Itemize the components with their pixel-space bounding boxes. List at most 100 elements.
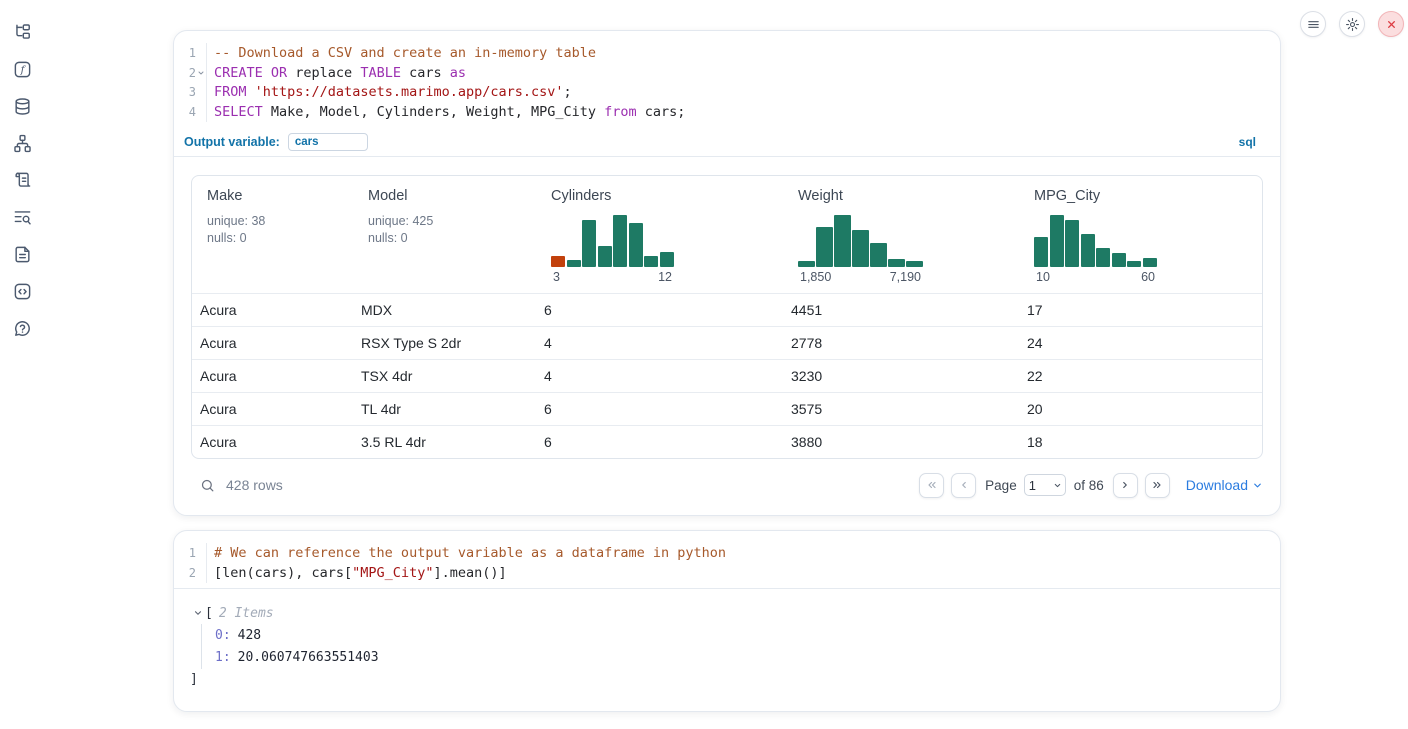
histogram-bar[interactable]	[888, 259, 905, 267]
table-row[interactable]: AcuraTSX 4dr4323022	[192, 359, 1262, 392]
settings-gear-button[interactable]	[1339, 11, 1365, 37]
code-text[interactable]: -- Download a CSV and create an in-memor…	[207, 45, 596, 61]
code-text[interactable]: CREATE OR replace TABLE cars as	[207, 65, 466, 81]
logs-search-icon[interactable]	[12, 207, 32, 227]
column-name: Weight	[798, 188, 1013, 204]
language-badge[interactable]: sql	[1239, 135, 1256, 149]
code-text[interactable]: # We can reference the output variable a…	[207, 545, 726, 561]
table-row[interactable]: AcuraMDX6445117	[192, 293, 1262, 326]
histogram-bar[interactable]	[567, 260, 581, 267]
page-select[interactable]: 1	[1024, 474, 1066, 496]
histogram-bar[interactable]	[660, 252, 674, 267]
column-name: Make	[207, 188, 347, 204]
column-stats: unique: 425nulls: 0	[368, 213, 530, 247]
column-header[interactable]: Modelunique: 425nulls: 0	[353, 176, 536, 293]
table-cell: 4	[536, 368, 783, 384]
help-icon[interactable]	[12, 318, 32, 338]
table-cell: 20	[1019, 401, 1262, 417]
line-number: 4	[174, 105, 196, 119]
search-icon[interactable]	[200, 478, 215, 493]
table-row[interactable]: Acura3.5 RL 4dr6388018	[192, 425, 1262, 458]
collapse-chevron-icon[interactable]	[193, 608, 203, 618]
previous-page-button[interactable]	[951, 473, 976, 498]
histogram-bar[interactable]	[906, 261, 923, 267]
menu-button[interactable]	[1300, 11, 1326, 37]
python-cell-output: [ 2 Items 0:4281:20.060747663551403 ]	[174, 588, 1280, 691]
table-cell: 18	[1019, 434, 1262, 450]
code-text[interactable]: SELECT Make, Model, Cylinders, Weight, M…	[207, 104, 685, 120]
table-cell: Acura	[192, 434, 353, 450]
database-icon[interactable]	[12, 96, 32, 116]
next-page-button[interactable]	[1113, 473, 1138, 498]
histogram-bar[interactable]	[551, 256, 565, 267]
fold-chevron-icon[interactable]	[196, 63, 207, 83]
page-label: Page	[985, 478, 1017, 493]
dependency-graph-icon[interactable]	[12, 133, 32, 153]
list-item: 1:20.060747663551403	[215, 647, 1280, 670]
histogram-bar[interactable]	[629, 223, 643, 267]
output-variable-input[interactable]	[288, 133, 368, 151]
column-header[interactable]: Cylinders312	[536, 176, 783, 293]
histogram-bar[interactable]	[1065, 220, 1079, 267]
chevron-down-icon	[1252, 480, 1263, 491]
last-page-button[interactable]	[1145, 473, 1170, 498]
python-code-editor[interactable]: 1 # We can reference the output variable …	[174, 531, 1280, 588]
histogram-bar[interactable]	[834, 215, 851, 267]
first-page-button[interactable]	[919, 473, 944, 498]
column-histogram[interactable]: 1,8507,190	[798, 215, 1013, 287]
table-cell: 3880	[783, 434, 1019, 450]
line-number: 3	[174, 85, 196, 99]
histogram-bar[interactable]	[1096, 248, 1110, 267]
code-text[interactable]: FROM 'https://datasets.marimo.app/cars.c…	[207, 84, 572, 100]
item-index: 1:	[215, 650, 231, 665]
code-line: 2[len(cars), cars["MPG_City"].mean()]	[174, 563, 1280, 583]
column-header[interactable]: Make unique: 38nulls: 0	[192, 176, 353, 293]
table-cell: Acura	[192, 302, 353, 318]
scratchpad-icon[interactable]	[12, 170, 32, 190]
table-row[interactable]: AcuraTL 4dr6357520	[192, 392, 1262, 425]
list-open-bracket: [	[205, 606, 213, 621]
function-icon[interactable]: f	[12, 59, 32, 79]
histogram-bar[interactable]	[1081, 234, 1095, 267]
column-header[interactable]: Weight 1,8507,190	[783, 176, 1019, 293]
file-tree-icon[interactable]	[12, 22, 32, 42]
histogram-bar[interactable]	[644, 256, 658, 267]
histogram-bar[interactable]	[816, 227, 833, 267]
histogram-bar[interactable]	[1127, 261, 1141, 267]
data-table: Make unique: 38nulls: 0Modelunique: 425nu…	[191, 175, 1263, 459]
column-header[interactable]: MPG_City 1060	[1019, 176, 1262, 293]
download-button[interactable]: Download	[1186, 477, 1263, 493]
histogram-bar[interactable]	[1143, 258, 1157, 267]
column-histogram[interactable]: 1060	[1034, 215, 1256, 287]
chevron-right-icon	[1119, 479, 1131, 491]
line-number: 1	[174, 546, 196, 560]
sql-code-editor[interactable]: 1-- Download a CSV and create an in-memo…	[174, 31, 1280, 127]
code-text[interactable]: [len(cars), cars["MPG_City"].mean()]	[207, 565, 507, 581]
histogram-bar[interactable]	[870, 243, 887, 267]
histogram-bar[interactable]	[852, 230, 869, 267]
marimo-notebook-app: { "colors": { "hist_teal": "#1e7a64", "h…	[0, 0, 1408, 729]
histogram-axis-labels: 1,8507,190	[798, 267, 923, 287]
axis-min-label: 3	[553, 270, 560, 287]
close-button[interactable]	[1378, 11, 1404, 37]
column-stats: unique: 38nulls: 0	[207, 213, 347, 247]
document-icon[interactable]	[12, 244, 32, 264]
axis-min-label: 1,850	[800, 270, 831, 287]
histogram-bar[interactable]	[1050, 215, 1064, 267]
snippets-icon[interactable]	[12, 281, 32, 301]
column-histogram[interactable]: 312	[551, 215, 777, 287]
column-name: MPG_City	[1034, 188, 1256, 204]
page-total-label: of 86	[1074, 478, 1104, 493]
histogram-axis-labels: 1060	[1034, 267, 1157, 287]
histogram-bar[interactable]	[613, 215, 627, 267]
settings-gear-icon	[1345, 17, 1360, 32]
histogram-bar[interactable]	[798, 261, 815, 267]
fold-gutter	[196, 102, 207, 122]
histogram-bar[interactable]	[582, 220, 596, 267]
table-row[interactable]: AcuraRSX Type S 2dr4277824	[192, 326, 1262, 359]
histogram-bar[interactable]	[1112, 253, 1126, 267]
histogram-bar[interactable]	[1034, 237, 1048, 267]
item-index: 0:	[215, 628, 231, 643]
histogram-bar[interactable]	[598, 246, 612, 267]
table-cell: MDX	[353, 302, 536, 318]
